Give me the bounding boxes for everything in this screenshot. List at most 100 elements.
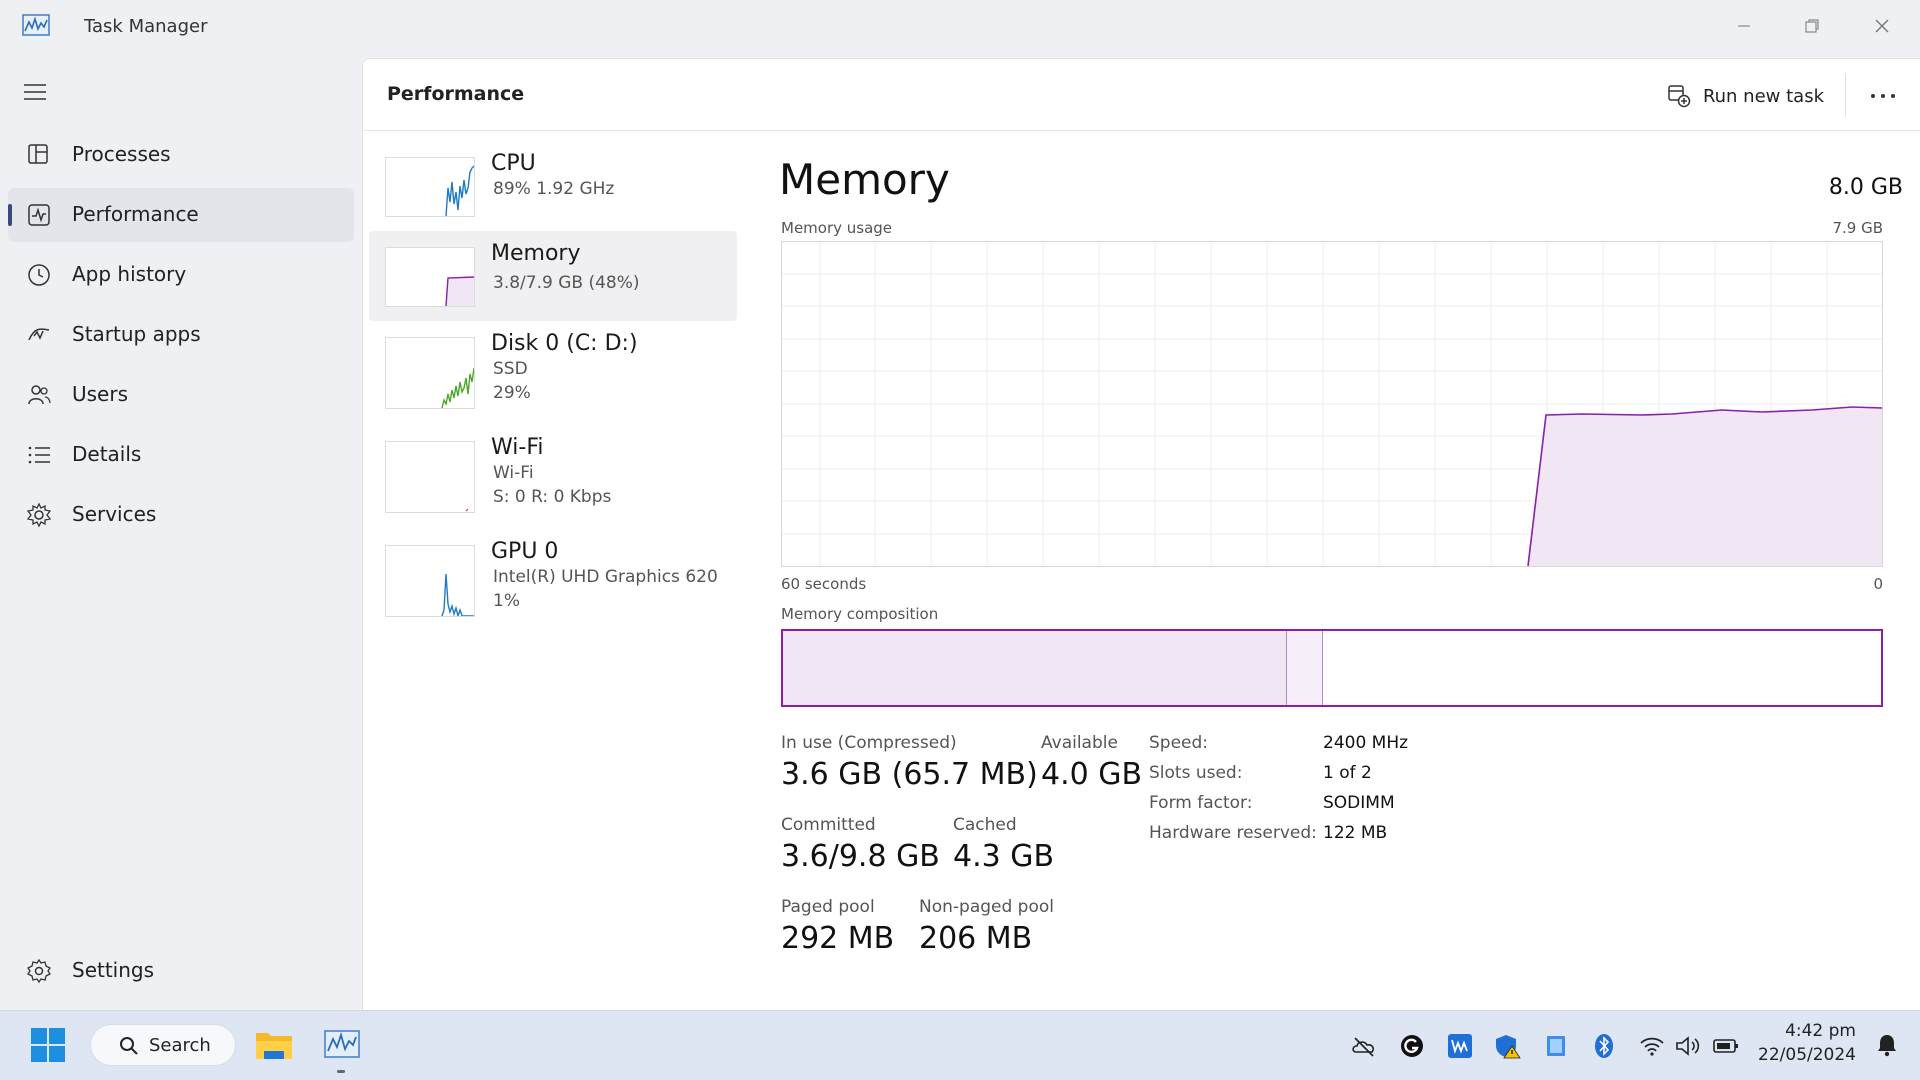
sidebar-item-processes[interactable]: Processes	[8, 128, 354, 182]
resource-name: Memory	[491, 241, 581, 266]
resource-name: GPU 0	[491, 539, 559, 564]
search-label: Search	[149, 1035, 211, 1056]
memory-thumbnail-graph	[385, 247, 475, 307]
sidebar-item-performance[interactable]: Performance	[8, 188, 354, 242]
non-paged-pool-value: 206 MB	[919, 921, 1033, 956]
minimize-button[interactable]	[1716, 6, 1772, 46]
sidebar-item-label: Settings	[72, 958, 155, 982]
cpu-thumbnail-graph	[385, 157, 475, 217]
sidebar-item-label: Users	[72, 382, 129, 406]
resource-detail: 3.8/7.9 GB (48%)	[493, 273, 640, 293]
in-use-label: In use (Compressed)	[781, 733, 957, 753]
close-button[interactable]	[1854, 6, 1910, 46]
resource-detail: SSD	[493, 359, 528, 379]
resource-item-wifi[interactable]: Wi-Fi Wi-Fi S: 0 R: 0 Kbps	[369, 425, 737, 515]
wps-icon[interactable]	[1446, 1033, 1474, 1059]
notes-app-icon[interactable]	[1542, 1033, 1570, 1059]
resource-name: Disk 0 (C: D:)	[491, 331, 638, 356]
slots-used-label: Slots used:	[1149, 763, 1243, 783]
search-icon	[120, 1037, 138, 1055]
memory-composition-bar	[781, 629, 1883, 707]
grammarly-icon[interactable]	[1398, 1033, 1426, 1059]
active-indicator	[8, 204, 12, 226]
sidebar-item-label: Details	[72, 442, 142, 466]
page-title: Performance	[387, 83, 525, 105]
windows-start-icon[interactable]	[30, 1027, 66, 1063]
composition-modified	[1287, 631, 1323, 705]
window-title: Task Manager	[84, 16, 208, 37]
users-icon	[28, 385, 51, 405]
hardware-reserved-value: 122 MB	[1323, 823, 1388, 843]
sidebar-item-label: Startup apps	[72, 322, 201, 346]
sidebar-item-label: Processes	[72, 142, 171, 166]
non-paged-pool-label: Non-paged pool	[919, 897, 1054, 917]
speed-value: 2400 MHz	[1323, 733, 1409, 753]
task-manager-app-icon	[22, 14, 50, 36]
resource-item-cpu[interactable]: CPU 89% 1.92 GHz	[369, 141, 737, 231]
resource-usage: 29%	[493, 383, 531, 403]
main-header: Performance Run new task	[363, 59, 1920, 131]
memory-composition-label: Memory composition	[781, 605, 939, 623]
hardware-reserved-label: Hardware reserved:	[1149, 823, 1317, 843]
sidebar-item-label: Performance	[72, 202, 199, 226]
resource-detail: Intel(R) UHD Graphics 620	[493, 567, 718, 587]
file-explorer-icon[interactable]	[254, 1025, 294, 1063]
header-divider	[1845, 73, 1846, 117]
task-manager-taskbar-icon[interactable]	[322, 1025, 362, 1063]
processes-icon	[28, 144, 48, 164]
sidebar-item-app-history[interactable]: App history	[8, 248, 354, 302]
title-bar: Task Manager	[0, 0, 1920, 56]
battery-icon[interactable]	[1712, 1033, 1740, 1059]
axis-left-label: 60 seconds	[781, 575, 867, 593]
bluetooth-icon[interactable]	[1590, 1033, 1618, 1059]
speed-label: Speed:	[1149, 733, 1209, 753]
onedrive-offline-icon[interactable]	[1350, 1033, 1378, 1059]
sidebar: Processes Performance App history Startu…	[0, 56, 362, 1010]
sidebar-item-services[interactable]: Services	[8, 488, 354, 542]
resource-item-gpu[interactable]: GPU 0 Intel(R) UHD Graphics 620 1%	[369, 529, 737, 619]
memory-detail-pane: Memory 8.0 GB Memory usage 7.9 GB 60 sec…	[779, 131, 1909, 1001]
sidebar-item-label: App history	[72, 262, 187, 286]
memory-usage-max: 7.9 GB	[1832, 219, 1883, 237]
settings-gear-icon	[27, 958, 51, 984]
sidebar-item-label: Services	[72, 502, 157, 526]
disk-thumbnail-graph	[385, 337, 475, 409]
close-icon	[1875, 19, 1889, 33]
resource-name: CPU	[491, 151, 536, 176]
resource-item-disk[interactable]: Disk 0 (C: D:) SSD 29%	[369, 321, 737, 411]
cached-label: Cached	[953, 815, 1017, 835]
main-panel: Performance Run new task CPU 89% 1.92 GH…	[362, 58, 1920, 1010]
taskbar-search-button[interactable]: Search	[90, 1024, 236, 1066]
available-value: 4.0 GB	[1041, 757, 1143, 792]
restore-icon	[1805, 19, 1819, 33]
volume-icon[interactable]	[1674, 1033, 1702, 1059]
resource-title: Memory	[779, 155, 950, 204]
run-new-task-icon	[1668, 85, 1691, 108]
wifi-icon[interactable]	[1638, 1033, 1666, 1059]
form-factor-value: SODIMM	[1323, 793, 1395, 813]
sidebar-item-users[interactable]: Users	[8, 368, 354, 422]
taskbar: Search 4:42 pm 22/05/2024	[0, 1010, 1920, 1080]
resource-detail: Wi-Fi	[493, 463, 534, 483]
restore-button[interactable]	[1784, 6, 1840, 46]
paged-pool-value: 292 MB	[781, 921, 895, 956]
memory-usage-graph	[781, 241, 1883, 567]
gpu-thumbnail-graph	[385, 545, 475, 617]
run-new-task-button[interactable]: Run new task	[1667, 81, 1824, 111]
sidebar-item-details[interactable]: Details	[8, 428, 354, 482]
memory-usage-label: Memory usage	[781, 219, 893, 237]
windows-security-warning-icon[interactable]	[1494, 1033, 1522, 1059]
sidebar-item-settings[interactable]: Settings	[8, 944, 354, 998]
app-history-icon	[28, 264, 50, 286]
resource-item-memory[interactable]: Memory 3.8/7.9 GB (48%)	[369, 231, 737, 321]
clock-date[interactable]: 22/05/2024	[1758, 1045, 1856, 1065]
hamburger-menu-icon[interactable]	[22, 80, 50, 104]
clock-time[interactable]: 4:42 pm	[1785, 1021, 1856, 1041]
more-options-icon[interactable]	[1866, 83, 1900, 109]
resource-usage: 1%	[493, 591, 520, 611]
composition-in-use	[783, 631, 1287, 705]
memory-total: 8.0 GB	[1828, 175, 1903, 200]
sidebar-item-startup-apps[interactable]: Startup apps	[8, 308, 354, 362]
in-use-value: 3.6 GB (65.7 MB)	[781, 757, 1038, 792]
notification-bell-icon[interactable]	[1876, 1033, 1898, 1057]
